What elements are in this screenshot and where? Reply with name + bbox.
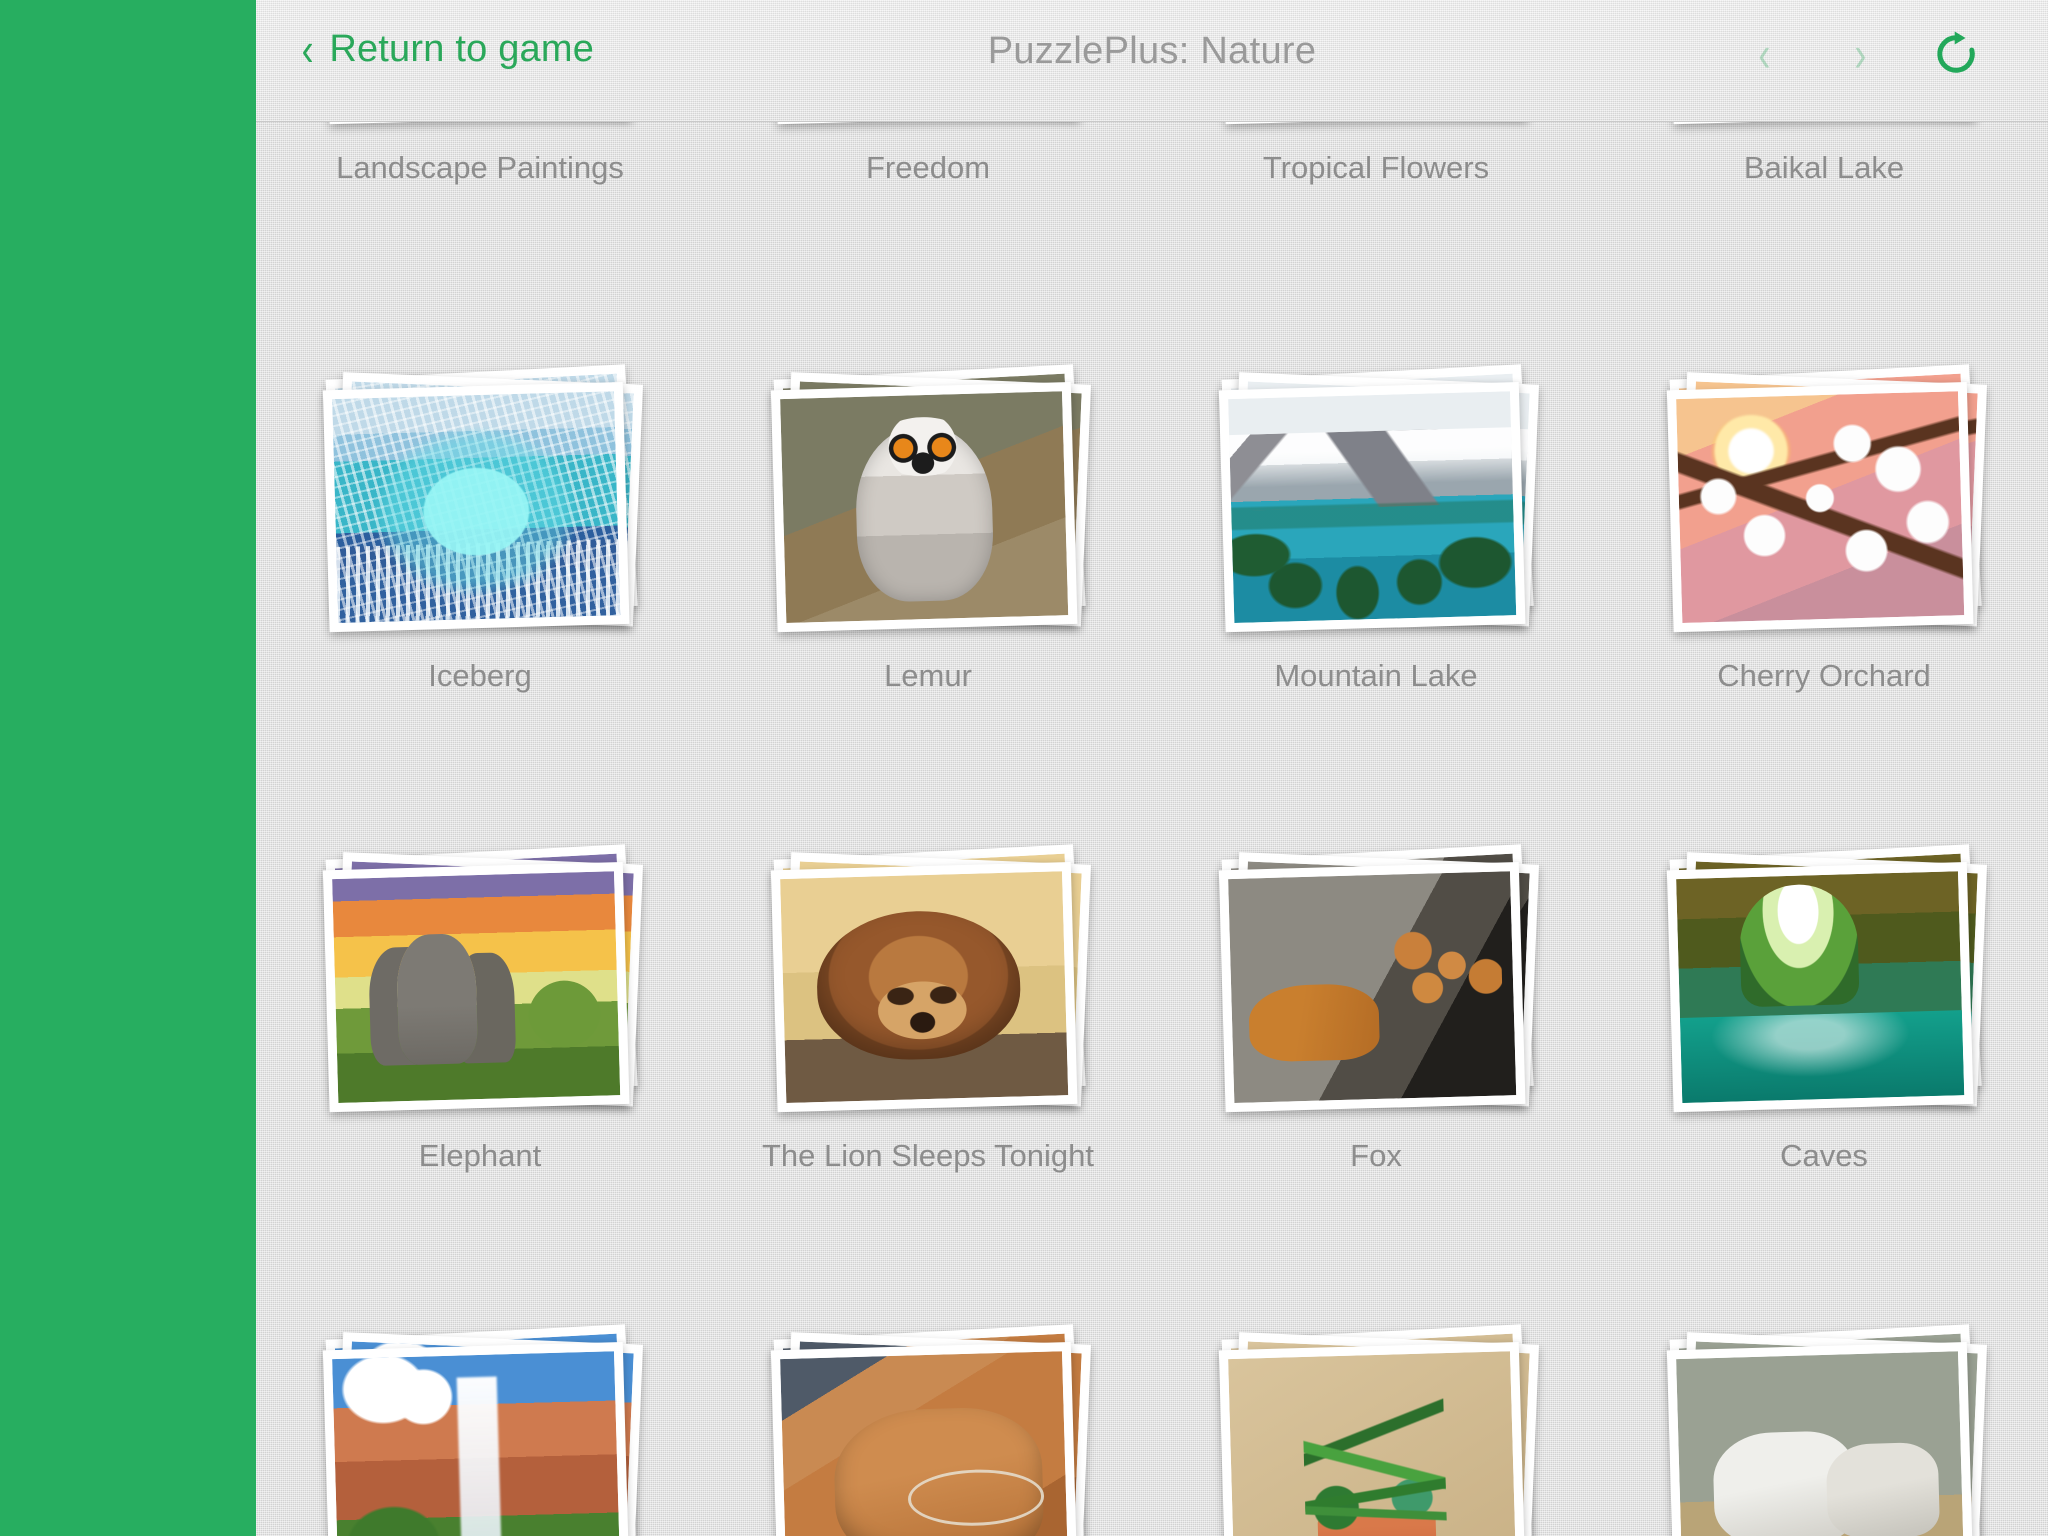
artwork-lemur <box>780 391 1069 624</box>
refresh-button[interactable] <box>1908 18 2004 90</box>
photo-frame-front <box>1218 861 1526 1113</box>
puzzle-row: Iceberg Lemur Mountain Lake Cherry Orchard <box>256 352 2048 832</box>
puzzle-cell[interactable]: Lemur <box>704 352 1152 832</box>
puzzle-thumbnail-stack[interactable] <box>322 1324 644 1536</box>
artwork-fox <box>1228 871 1517 1104</box>
photo-image <box>1228 871 1517 1104</box>
puzzle-thumbnail-stack[interactable] <box>770 1324 1092 1536</box>
puzzle-thumbnail-stack[interactable] <box>1666 364 1988 636</box>
puzzle-caption: Baikal Lake <box>1743 150 1905 185</box>
puzzle-caption: Mountain Lake <box>1274 658 1478 693</box>
artwork-caves <box>1676 871 1965 1104</box>
artwork-lion <box>780 871 1069 1104</box>
puzzle-cell[interactable]: Elephant <box>256 832 704 1312</box>
artwork-succulent <box>1228 1351 1517 1536</box>
photo-image <box>1676 391 1965 624</box>
puzzle-browser-pane: Landscape Paintings Freedom Tropical Flowe… <box>256 0 2048 1536</box>
puzzle-caption: The Lion Sleeps Tonight <box>761 1138 1095 1173</box>
puzzle-thumbnail-stack[interactable] <box>1218 1324 1540 1536</box>
photo-frame-front <box>322 1341 630 1536</box>
puzzle-row: Elephant The Lion Sleeps Tonight Fox Caves <box>256 832 2048 1312</box>
puzzle-thumbnail-stack[interactable] <box>1218 844 1540 1116</box>
photo-image <box>332 1351 621 1536</box>
return-to-game-button[interactable]: ‹ Return to game <box>300 26 594 72</box>
photo-image <box>1676 1351 1965 1536</box>
photo-frame-front <box>1218 381 1526 633</box>
puzzle-caption: Cherry Orchard <box>1717 658 1931 693</box>
puzzle-cell[interactable]: Cherry Orchard <box>1600 352 2048 832</box>
puzzle-thumbnail-stack[interactable] <box>322 364 644 636</box>
photo-image <box>332 871 621 1104</box>
puzzle-cell[interactable] <box>1152 1312 1600 1536</box>
photo-image <box>780 391 1069 624</box>
previous-page-button[interactable]: ‹ <box>1716 18 1812 90</box>
artwork-cherry <box>1676 391 1965 624</box>
photo-frame-front <box>770 381 1078 633</box>
photo-image <box>1228 391 1517 624</box>
puzzle-thumbnail-stack[interactable] <box>1666 844 1988 1116</box>
artwork-elephant <box>332 871 621 1104</box>
puzzle-cell[interactable] <box>704 1312 1152 1536</box>
photo-image <box>780 871 1069 1104</box>
puzzle-caption: Lemur <box>884 658 972 693</box>
puzzle-thumbnail-stack[interactable] <box>1218 364 1540 636</box>
puzzle-cell[interactable]: Caves <box>1600 832 2048 1312</box>
puzzle-cell[interactable]: Iceberg <box>256 352 704 832</box>
artwork-waterfall <box>332 1351 621 1536</box>
puzzle-thumbnail-stack[interactable] <box>1666 1324 1988 1536</box>
photo-frame-front <box>1666 1341 1974 1536</box>
puzzle-caption: Fox <box>1350 1138 1402 1173</box>
chevron-left-icon: ‹ <box>1758 26 1770 82</box>
photo-image <box>780 1351 1069 1536</box>
artwork-mtnlake <box>1228 391 1517 624</box>
top-toolbar: ‹ Return to game PuzzlePlus: Nature ‹ › <box>256 0 2048 122</box>
puzzle-caption: Caves <box>1780 1138 1868 1173</box>
chevron-left-icon: ‹ <box>301 23 314 75</box>
puzzle-row <box>256 1312 2048 1536</box>
photo-image <box>332 391 621 624</box>
photo-frame-front <box>322 381 630 633</box>
artwork-horses <box>1676 1351 1965 1536</box>
puzzle-thumbnail-stack[interactable] <box>322 844 644 1116</box>
photo-frame-front <box>1666 381 1974 633</box>
photo-frame-front <box>1666 861 1974 1113</box>
return-to-game-label: Return to game <box>329 27 595 70</box>
photo-image <box>1676 871 1965 1104</box>
puzzle-caption: Iceberg <box>428 658 532 693</box>
puzzle-caption: Tropical Flowers <box>1262 150 1490 185</box>
puzzle-caption: Elephant <box>418 1138 542 1173</box>
left-green-rail <box>0 0 256 1536</box>
photo-frame-front <box>322 861 630 1113</box>
refresh-icon <box>1937 31 1975 73</box>
puzzle-cell[interactable] <box>256 1312 704 1536</box>
puzzle-grid: Landscape Paintings Freedom Tropical Flowe… <box>256 0 2048 1536</box>
photo-frame-front <box>770 861 1078 1113</box>
puzzle-caption: Landscape Paintings <box>336 150 624 185</box>
app-root: Landscape Paintings Freedom Tropical Flowe… <box>0 0 2048 1536</box>
photo-frame-front <box>1218 1341 1526 1536</box>
puzzle-cell[interactable]: Fox <box>1152 832 1600 1312</box>
artwork-iceberg <box>332 391 621 624</box>
puzzle-thumbnail-stack[interactable] <box>770 364 1092 636</box>
photo-image <box>1228 1351 1517 1536</box>
puzzle-thumbnail-stack[interactable] <box>770 844 1092 1116</box>
artwork-dog <box>780 1351 1069 1536</box>
puzzle-cell[interactable]: The Lion Sleeps Tonight <box>704 832 1152 1312</box>
photo-frame-front <box>770 1341 1078 1536</box>
puzzle-cell[interactable]: Mountain Lake <box>1152 352 1600 832</box>
next-page-button[interactable]: › <box>1812 18 1908 90</box>
chevron-right-icon: › <box>1854 26 1866 82</box>
puzzle-cell[interactable] <box>1600 1312 2048 1536</box>
pager-controls: ‹ › <box>1716 18 2004 90</box>
puzzle-caption: Freedom <box>865 150 991 185</box>
